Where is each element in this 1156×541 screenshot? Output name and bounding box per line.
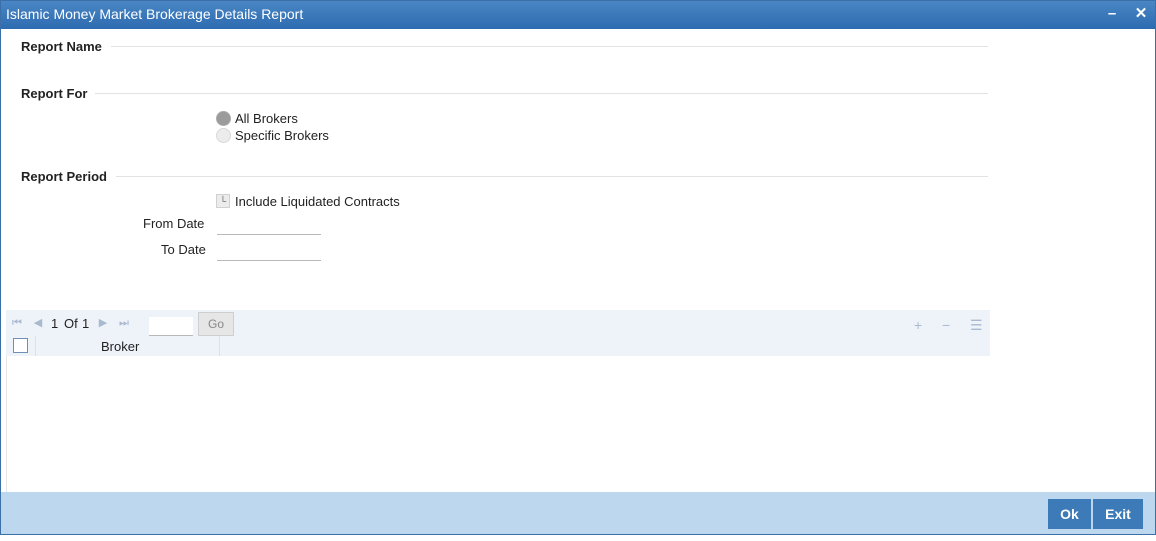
single-view-icon[interactable]: ☰: [970, 318, 983, 332]
divider: [116, 176, 988, 177]
delete-row-icon[interactable]: −: [942, 318, 950, 332]
next-page-icon[interactable]: ▶: [97, 317, 109, 329]
go-button[interactable]: Go: [198, 312, 234, 336]
title-bar: Islamic Money Market Brokerage Details R…: [1, 1, 1155, 29]
ok-button[interactable]: Ok: [1048, 499, 1091, 529]
report-period-header: Report Period: [21, 169, 107, 184]
from-date-label: From Date: [143, 216, 205, 231]
column-divider: [35, 336, 36, 356]
to-date-label: To Date: [161, 242, 206, 257]
footer-bar: [1, 492, 1155, 534]
broker-column-header[interactable]: Broker: [101, 339, 139, 354]
include-liquidated-checkbox[interactable]: └: [216, 194, 230, 208]
report-for-header: Report For: [21, 86, 88, 101]
divider: [111, 46, 988, 47]
divider: [95, 93, 988, 94]
include-liquidated-label: Include Liquidated Contracts: [235, 194, 400, 209]
select-all-checkbox[interactable]: [13, 338, 28, 353]
page-total: 1: [82, 316, 90, 331]
first-page-icon[interactable]: ⏮: [11, 317, 23, 329]
specific-brokers-label: Specific Brokers: [235, 128, 329, 143]
page-current: 1: [51, 316, 59, 331]
prev-page-icon[interactable]: ◀: [32, 317, 44, 329]
specific-brokers-radio[interactable]: [216, 128, 231, 143]
to-date-field[interactable]: [217, 240, 321, 261]
minimize-icon[interactable]: –: [1104, 6, 1120, 22]
report-name-header: Report Name: [21, 39, 102, 54]
column-divider: [219, 336, 220, 356]
grid-body: [6, 356, 7, 492]
page-number-input[interactable]: [149, 317, 193, 336]
from-date-field[interactable]: [217, 214, 321, 235]
close-icon[interactable]: ✕: [1133, 6, 1149, 22]
all-brokers-label: All Brokers: [235, 111, 298, 126]
add-row-icon[interactable]: +: [914, 318, 922, 332]
window-title: Islamic Money Market Brokerage Details R…: [6, 6, 304, 22]
page-of-label: Of: [64, 316, 78, 331]
all-brokers-radio[interactable]: [216, 111, 231, 126]
report-window: Islamic Money Market Brokerage Details R…: [0, 0, 1156, 535]
exit-button[interactable]: Exit: [1093, 499, 1143, 529]
last-page-icon[interactable]: ⏭: [118, 317, 130, 329]
